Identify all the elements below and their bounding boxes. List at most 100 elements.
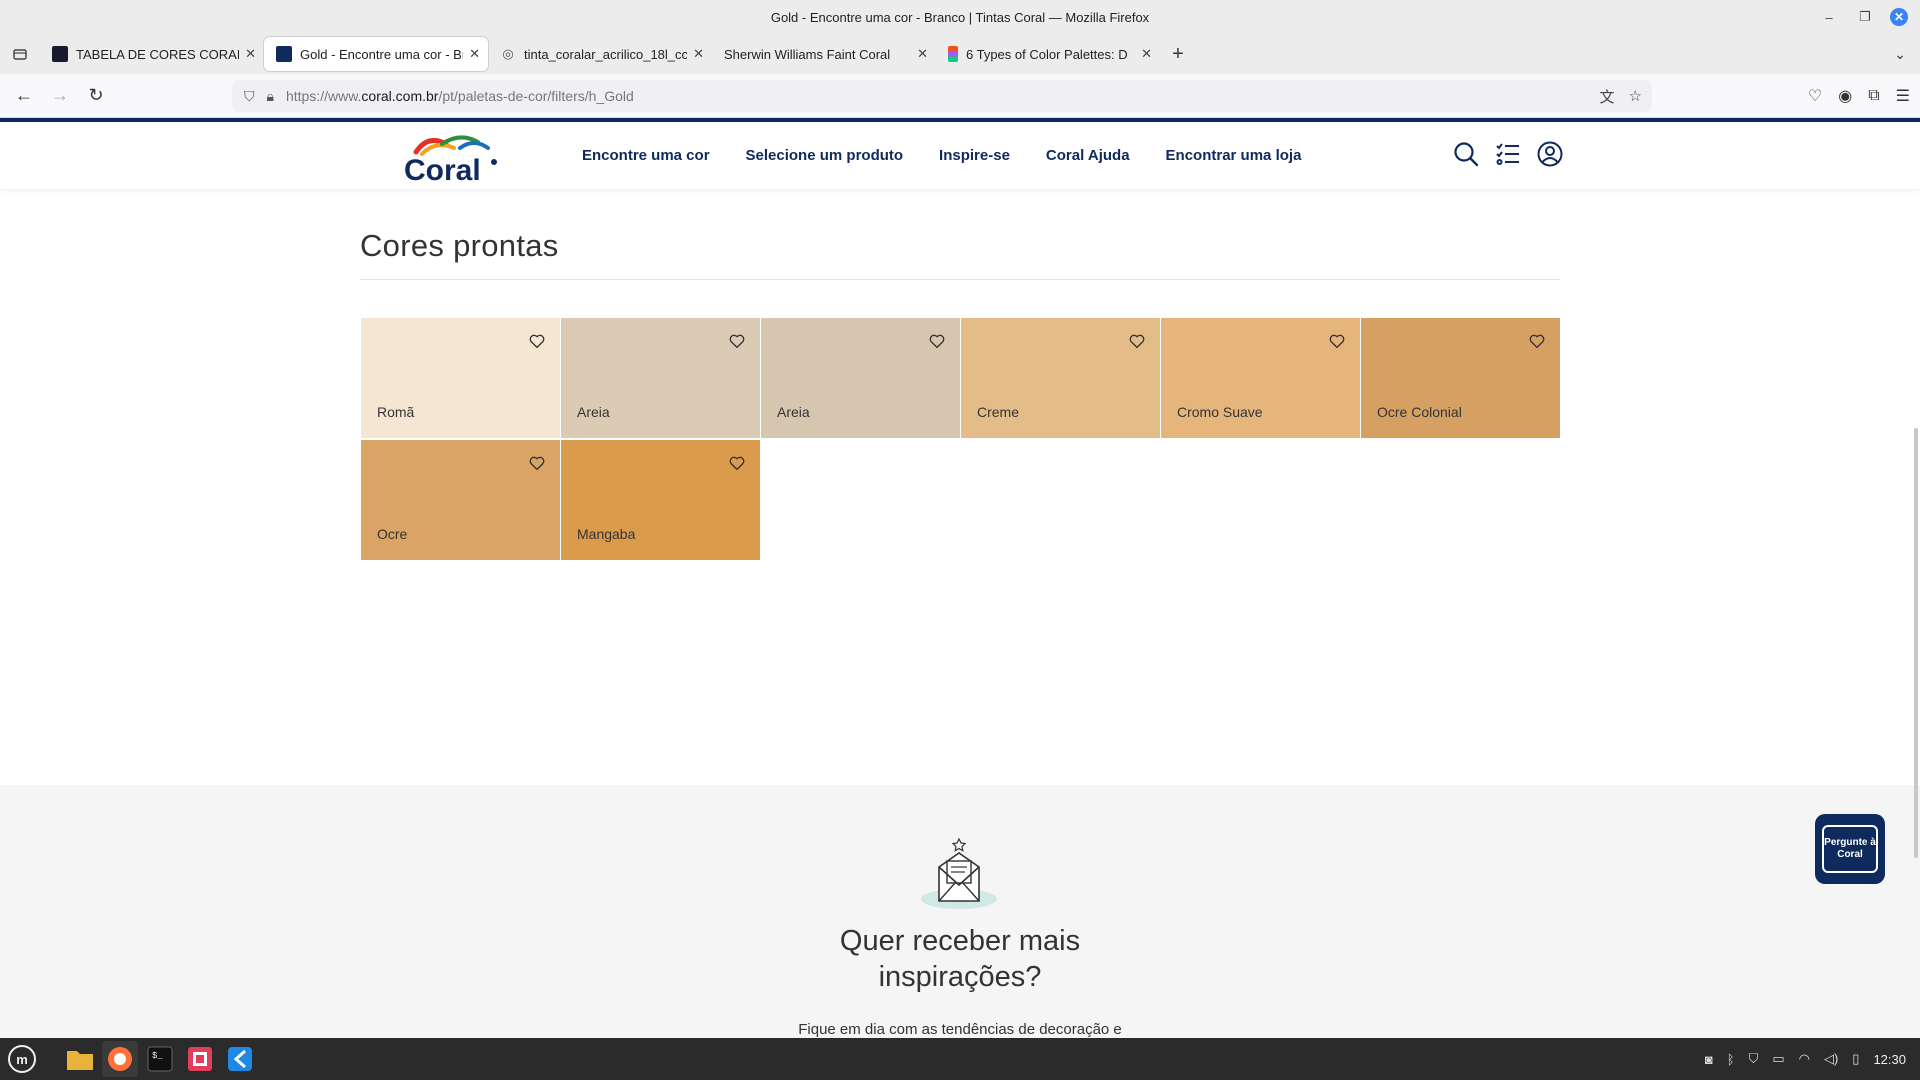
url-text[interactable]: https://www.coral.com.br/pt/paletas-de-c… xyxy=(286,88,634,104)
nav-coral-ajuda[interactable]: Coral Ajuda xyxy=(1046,147,1130,164)
heart-icon[interactable] xyxy=(528,332,546,350)
heart-icon[interactable] xyxy=(728,332,746,350)
color-swatch[interactable]: Areia xyxy=(561,318,760,438)
network-card-icon[interactable]: ▭ xyxy=(1772,1051,1784,1067)
heart-icon[interactable] xyxy=(1128,332,1146,350)
maximize-icon[interactable]: ❐ xyxy=(1854,9,1876,25)
main-navigation: Encontre uma cor Selecione um produto In… xyxy=(582,122,1301,189)
heart-icon[interactable] xyxy=(1528,332,1546,350)
page-scrollbar[interactable] xyxy=(1914,428,1918,858)
tab-sherwin-williams[interactable]: Sherwin Williams Faint Coral ✕ xyxy=(712,37,936,71)
tab-label: Sherwin Williams Faint Coral xyxy=(724,46,891,62)
tab-gold-active[interactable]: Gold - Encontre uma cor - Br ✕ xyxy=(264,37,488,71)
terminal-icon[interactable]: $_ xyxy=(142,1041,178,1077)
swatch-name: Mangaba xyxy=(577,526,636,542)
swatch-name: Areia xyxy=(777,404,810,420)
tab-list-icon[interactable] xyxy=(0,34,40,74)
bookmark-star-icon[interactable]: ☆ xyxy=(1629,87,1642,105)
svg-text:$_: $_ xyxy=(152,1051,163,1061)
forward-button[interactable]: → xyxy=(42,78,78,114)
pocket-icon[interactable]: ♡ xyxy=(1808,86,1822,106)
tab-close-icon[interactable]: ✕ xyxy=(245,46,256,62)
tab-color-palettes[interactable]: 6 Types of Color Palettes: D ✕ xyxy=(936,37,1160,71)
swatch-name: Cromo Suave xyxy=(1177,404,1263,420)
heart-icon[interactable] xyxy=(528,454,546,472)
site-header: Coral Encontre uma cor Selecione um prod… xyxy=(0,122,1920,189)
newsletter-title: Quer receber mais inspirações? xyxy=(839,925,1081,993)
search-icon[interactable] xyxy=(1452,140,1480,168)
tab-tinta-coralar[interactable]: ◎ tinta_coralar_acrilico_18l_cc ✕ xyxy=(488,37,712,71)
translate-icon[interactable]: 文 xyxy=(1600,86,1615,107)
swatch-name: Creme xyxy=(977,404,1020,420)
shield-icon[interactable]: ⛉ xyxy=(244,88,255,105)
tab-close-icon[interactable]: ✕ xyxy=(1141,46,1152,62)
nav-inspire-se[interactable]: Inspire-se xyxy=(939,147,1010,164)
tab-label: Gold - Encontre uma cor - Br xyxy=(300,46,464,62)
user-icon[interactable] xyxy=(1536,140,1564,168)
tab-favicon xyxy=(52,46,68,62)
tab-tabela-cores[interactable]: TABELA DE CORES CORAL – ✕ xyxy=(40,37,264,71)
heart-icon[interactable] xyxy=(1328,332,1346,350)
tab-close-icon[interactable]: ✕ xyxy=(469,46,480,62)
color-swatch[interactable]: Mangaba xyxy=(561,440,760,560)
window-titlebar: Gold - Encontre uma cor - Branco | Tinta… xyxy=(0,0,1920,34)
newsletter-section: Quer receber mais inspirações? Fique em … xyxy=(0,785,1920,1038)
wifi-icon[interactable]: ◠ xyxy=(1799,1051,1810,1067)
coral-logo[interactable]: Coral xyxy=(402,130,502,187)
back-button[interactable]: ← xyxy=(6,78,42,114)
tab-close-icon[interactable]: ✕ xyxy=(917,46,928,62)
color-swatch[interactable]: Areia xyxy=(761,318,960,438)
menu-icon[interactable]: ☰ xyxy=(1896,86,1910,106)
heart-icon[interactable] xyxy=(928,332,946,350)
screen: Gold - Encontre uma cor - Branco | Tinta… xyxy=(0,0,1920,1080)
nav-encontrar-loja[interactable]: Encontrar uma loja xyxy=(1166,147,1302,164)
color-swatch[interactable]: Ocre Colonial xyxy=(1361,318,1560,438)
checklist-icon[interactable] xyxy=(1494,140,1522,168)
vscode-icon[interactable] xyxy=(222,1041,258,1077)
firefox-icon[interactable] xyxy=(102,1041,138,1077)
section-divider xyxy=(360,279,1560,280)
tab-label: 6 Types of Color Palettes: D xyxy=(966,46,1128,62)
volume-icon[interactable]: ◁) xyxy=(1824,1051,1838,1067)
discord-icon[interactable]: ◙ xyxy=(1705,1052,1713,1067)
bluetooth-icon[interactable]: ᛒ xyxy=(1727,1052,1735,1067)
shield-icon[interactable]: ⛉ xyxy=(1749,1051,1759,1067)
account-icon[interactable]: ◉ xyxy=(1838,86,1852,106)
color-swatch[interactable]: Creme xyxy=(961,318,1160,438)
reload-button[interactable]: ↻ xyxy=(78,78,114,114)
chat-label: Pergunte à Coral xyxy=(1822,825,1878,873)
tab-close-icon[interactable]: ✕ xyxy=(693,46,704,62)
swatch-grid: Romã Areia Areia Creme Cromo Suave Ocre Colon… xyxy=(361,318,1560,560)
window-title: Gold - Encontre uma cor - Branco | Tinta… xyxy=(770,9,1150,25)
header-icons xyxy=(1452,140,1564,168)
section-title: Cores prontas xyxy=(360,228,559,263)
extensions-icon[interactable]: ⧉ xyxy=(1868,87,1879,105)
url-bar[interactable]: ⛉ 🔒︎ https://www.coral.com.br/pt/paletas… xyxy=(232,80,1652,112)
swatch-name: Areia xyxy=(577,404,610,420)
flameshot-icon[interactable] xyxy=(182,1041,218,1077)
menu-launcher-icon[interactable]: m xyxy=(4,1041,40,1077)
clipboard-icon[interactable]: ▯ xyxy=(1852,1051,1859,1067)
minimize-icon[interactable]: – xyxy=(1818,10,1840,25)
lock-icon[interactable]: 🔒︎ xyxy=(267,88,274,105)
swatch-name: Ocre xyxy=(377,526,408,542)
color-swatch[interactable]: Romã xyxy=(361,318,560,438)
chat-button[interactable]: Pergunte à Coral xyxy=(1815,814,1885,884)
globe-icon: ◎ xyxy=(502,46,514,61)
nav-selecione-produto[interactable]: Selecione um produto xyxy=(746,147,904,164)
tab-bar: TABELA DE CORES CORAL – ✕ Gold - Encontr… xyxy=(0,34,1920,74)
heart-icon[interactable] xyxy=(728,454,746,472)
clock[interactable]: 12:30 xyxy=(1873,1052,1906,1067)
chevron-down-icon[interactable]: ⌄ xyxy=(1894,34,1906,74)
color-swatch[interactable]: Cromo Suave xyxy=(1161,318,1360,438)
nav-encontre-cor[interactable]: Encontre uma cor xyxy=(582,147,710,164)
color-swatch[interactable]: Ocre xyxy=(361,440,560,560)
close-icon[interactable]: ✕ xyxy=(1890,8,1908,26)
files-icon[interactable] xyxy=(62,1041,98,1077)
new-tab-button[interactable]: + xyxy=(1160,37,1196,71)
svg-text:Coral: Coral xyxy=(404,154,481,184)
window-controls: – ❐ ✕ xyxy=(1818,0,1920,34)
navigation-toolbar: ← → ↻ ⛉ 🔒︎ https://www.coral.com.br/pt/p… xyxy=(0,74,1920,118)
taskbar: m $_ ◙ ᛒ ⛉ ▭ ◠ ◁) ▯ 12:30 xyxy=(0,1038,1920,1080)
web-page: Coral Encontre uma cor Selecione um prod… xyxy=(0,118,1920,1038)
